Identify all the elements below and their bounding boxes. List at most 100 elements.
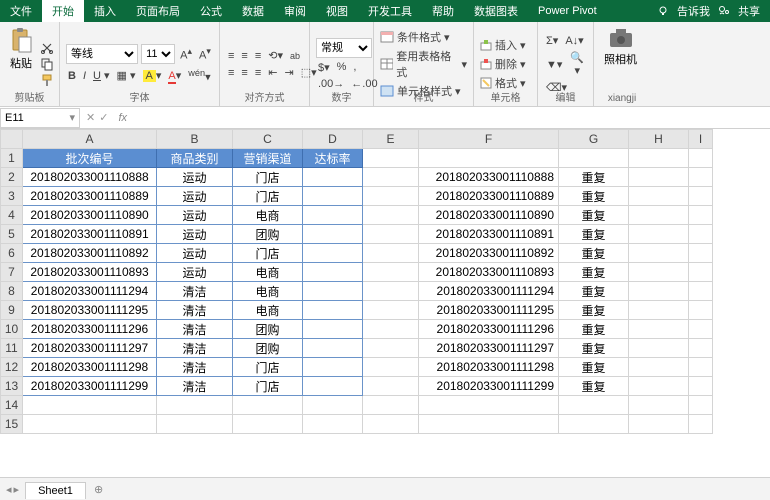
- cell[interactable]: 团购: [233, 339, 303, 358]
- cell[interactable]: 201802033001110893: [23, 263, 157, 282]
- cell[interactable]: 201802033001110890: [419, 206, 559, 225]
- cell[interactable]: [303, 168, 363, 187]
- cell[interactable]: 批次编号: [23, 149, 157, 168]
- font-color-button[interactable]: A▾: [166, 68, 183, 83]
- shrink-font-button[interactable]: A▾: [197, 45, 213, 63]
- cell[interactable]: 重复: [559, 320, 629, 339]
- cell[interactable]: 重复: [559, 358, 629, 377]
- cell[interactable]: 清洁: [157, 282, 233, 301]
- cell[interactable]: 重复: [559, 282, 629, 301]
- cut-icon[interactable]: [40, 41, 54, 55]
- cell[interactable]: [363, 206, 419, 225]
- tell-me[interactable]: 告诉我: [677, 3, 710, 19]
- row-header[interactable]: 3: [1, 187, 23, 206]
- cell[interactable]: 201802033001110889: [23, 187, 157, 206]
- cell[interactable]: [689, 244, 713, 263]
- cell[interactable]: 201802033001110888: [23, 168, 157, 187]
- cell[interactable]: [303, 244, 363, 263]
- cell[interactable]: 清洁: [157, 358, 233, 377]
- row-header[interactable]: 1: [1, 149, 23, 168]
- cell[interactable]: [419, 396, 559, 415]
- cell[interactable]: 重复: [559, 377, 629, 396]
- cell[interactable]: [629, 396, 689, 415]
- italic-button[interactable]: I: [81, 69, 88, 83]
- cell[interactable]: 201802033001111294: [23, 282, 157, 301]
- cell[interactable]: [559, 149, 629, 168]
- cell[interactable]: 重复: [559, 339, 629, 358]
- cell[interactable]: [629, 149, 689, 168]
- cell[interactable]: 运动: [157, 244, 233, 263]
- cell[interactable]: [629, 377, 689, 396]
- number-format-select[interactable]: 常规: [316, 38, 372, 58]
- menu-tab-7[interactable]: 视图: [316, 0, 358, 22]
- cell[interactable]: 201802033001110892: [23, 244, 157, 263]
- cell[interactable]: 201802033001110891: [23, 225, 157, 244]
- cell[interactable]: 201802033001110892: [419, 244, 559, 263]
- menu-tab-4[interactable]: 公式: [190, 0, 232, 22]
- cell[interactable]: 201802033001110889: [419, 187, 559, 206]
- cell[interactable]: [303, 339, 363, 358]
- cell[interactable]: [689, 396, 713, 415]
- conditional-format-button[interactable]: 条件格式 ▾: [380, 28, 467, 46]
- table-format-button[interactable]: 套用表格格式 ▾: [380, 47, 467, 81]
- col-header[interactable]: B: [157, 130, 233, 149]
- align-top-button[interactable]: ≡: [226, 49, 236, 63]
- cell[interactable]: [363, 244, 419, 263]
- menu-tab-6[interactable]: 审阅: [274, 0, 316, 22]
- col-header[interactable]: F: [419, 130, 559, 149]
- row-header[interactable]: 14: [1, 396, 23, 415]
- row-header[interactable]: 10: [1, 320, 23, 339]
- cell[interactable]: 201802033001111297: [419, 339, 559, 358]
- row-header[interactable]: 2: [1, 168, 23, 187]
- sheet-tab[interactable]: Sheet1: [25, 482, 86, 499]
- orientation-button[interactable]: ⟲▾: [266, 48, 285, 63]
- cell[interactable]: [629, 244, 689, 263]
- indent-dec-button[interactable]: ⇤: [266, 65, 279, 80]
- cell[interactable]: 电商: [233, 263, 303, 282]
- cell[interactable]: 201802033001110890: [23, 206, 157, 225]
- cell[interactable]: 重复: [559, 206, 629, 225]
- align-middle-button[interactable]: ≡: [239, 49, 249, 63]
- menu-tab-2[interactable]: 插入: [84, 0, 126, 22]
- cell[interactable]: 201802033001111299: [419, 377, 559, 396]
- cell[interactable]: 清洁: [157, 320, 233, 339]
- row-header[interactable]: 12: [1, 358, 23, 377]
- cell[interactable]: [303, 225, 363, 244]
- cell[interactable]: 门店: [233, 244, 303, 263]
- cell[interactable]: [629, 320, 689, 339]
- cell[interactable]: 清洁: [157, 377, 233, 396]
- cell[interactable]: [689, 263, 713, 282]
- cell[interactable]: [689, 282, 713, 301]
- cell[interactable]: [157, 415, 233, 434]
- menu-tab-3[interactable]: 页面布局: [126, 0, 190, 22]
- menu-tab-9[interactable]: 帮助: [422, 0, 464, 22]
- cell[interactable]: [363, 263, 419, 282]
- row-header[interactable]: 9: [1, 301, 23, 320]
- camera-button[interactable]: 照相机: [600, 25, 641, 103]
- cell[interactable]: 营销渠道: [233, 149, 303, 168]
- cell[interactable]: 清洁: [157, 339, 233, 358]
- row-header[interactable]: 13: [1, 377, 23, 396]
- cell[interactable]: [303, 377, 363, 396]
- cell[interactable]: [303, 282, 363, 301]
- spreadsheet-grid[interactable]: ABCDEFGHI1批次编号商品类别营销渠道达标率220180203300111…: [0, 129, 770, 477]
- cell[interactable]: 重复: [559, 187, 629, 206]
- cell[interactable]: [363, 396, 419, 415]
- cell[interactable]: 重复: [559, 225, 629, 244]
- cell[interactable]: [629, 187, 689, 206]
- col-header[interactable]: G: [559, 130, 629, 149]
- cell[interactable]: [363, 358, 419, 377]
- font-size-select[interactable]: 11: [141, 44, 175, 64]
- cell[interactable]: [689, 187, 713, 206]
- cell[interactable]: [303, 358, 363, 377]
- cell[interactable]: 门店: [233, 168, 303, 187]
- fill-button[interactable]: ▼▾: [544, 57, 564, 72]
- percent-button[interactable]: %: [335, 60, 349, 74]
- indent-inc-button[interactable]: ⇥: [282, 65, 295, 80]
- cell[interactable]: [629, 282, 689, 301]
- cell[interactable]: [689, 168, 713, 187]
- cell[interactable]: [629, 339, 689, 358]
- menu-tab-0[interactable]: 文件: [0, 0, 42, 22]
- underline-button[interactable]: U ▾: [91, 68, 112, 83]
- cell[interactable]: 运动: [157, 168, 233, 187]
